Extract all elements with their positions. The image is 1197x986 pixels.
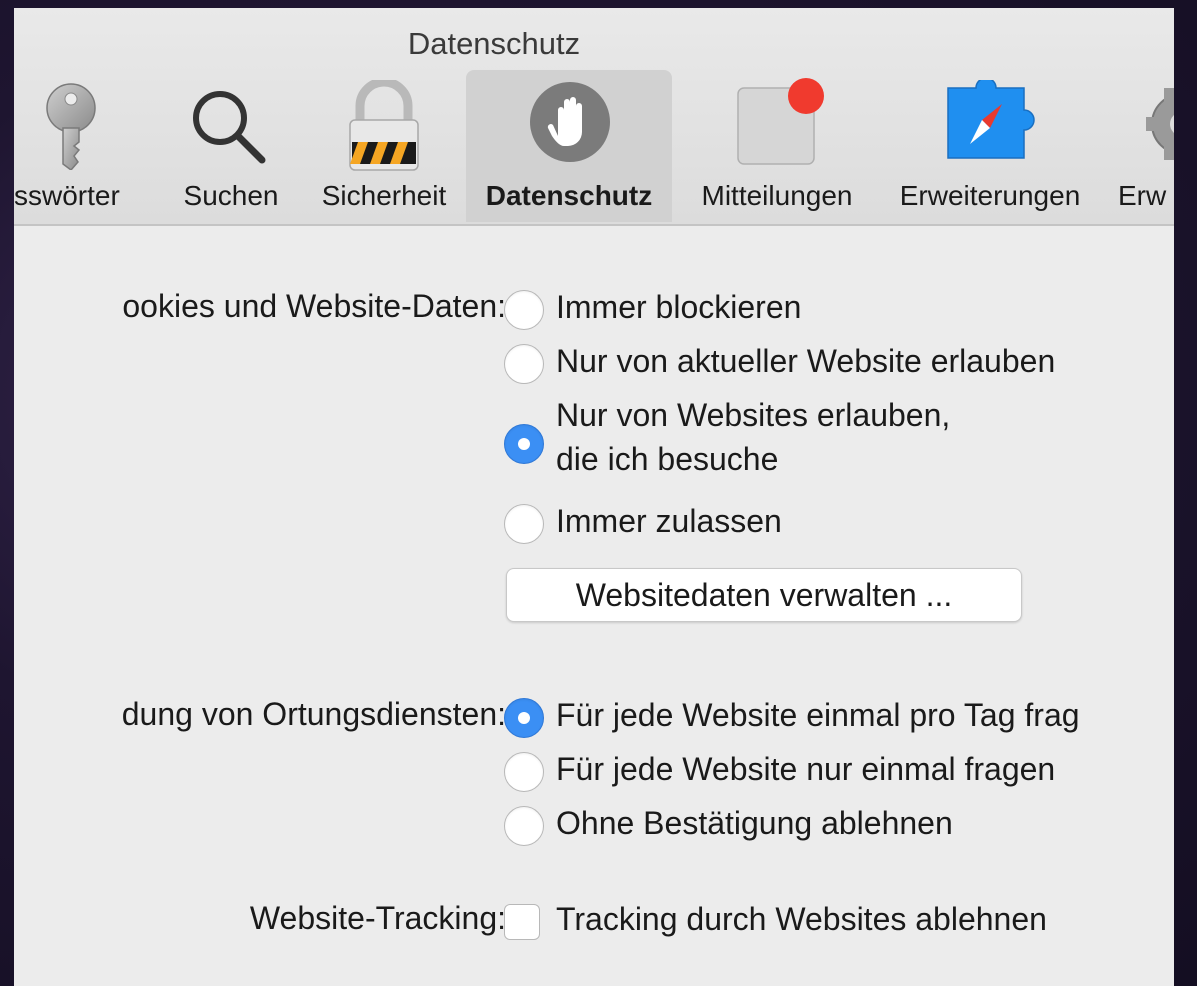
option-label: Nur von aktueller Website erlauben	[556, 343, 1056, 379]
preferences-window: Datenschutz sswörter Suchen Sicherheit D…	[14, 8, 1174, 986]
tab-label: Sicherheit	[321, 180, 447, 211]
notifications-icon	[736, 76, 826, 171]
key-icon	[36, 82, 106, 175]
option-label-line1: Nur von Websites erlauben,	[556, 397, 951, 433]
preferences-toolbar: Datenschutz sswörter Suchen Sicherheit D…	[14, 8, 1174, 226]
manage-website-data-button[interactable]: Websitedaten verwalten ...	[506, 568, 1022, 622]
tab-passwords[interactable]: sswörter	[14, 70, 164, 222]
cookies-label: ookies und Website-Daten:	[122, 288, 506, 324]
tab-label: Mitteilungen	[701, 180, 853, 211]
tab-extensions[interactable]: Erweiterungen	[880, 70, 1100, 222]
tab-label: sswörter	[14, 180, 120, 211]
gear-icon	[1142, 84, 1174, 169]
tab-search[interactable]: Suchen	[166, 70, 296, 222]
tab-label: Suchen	[183, 180, 279, 211]
location-services-label: dung von Ortungsdiensten:	[121, 696, 506, 732]
tab-label: Erw	[1118, 180, 1167, 211]
radio-button-selected[interactable]	[504, 698, 544, 738]
window-title: Datenschutz	[407, 26, 581, 61]
option-label: Immer zulassen	[556, 503, 782, 539]
option-label: Tracking durch Websites ablehnen	[556, 901, 1047, 937]
option-label: Für jede Website einmal pro Tag frag	[556, 697, 1080, 733]
extensions-icon	[944, 77, 1038, 169]
radio-button[interactable]	[504, 752, 544, 792]
hand-icon	[528, 80, 612, 169]
tab-security[interactable]: Sicherheit	[304, 70, 464, 222]
website-tracking-label: Website-Tracking:	[249, 900, 506, 936]
radio-button[interactable]	[504, 344, 544, 384]
tab-privacy[interactable]: Datenschutz	[466, 70, 672, 222]
radio-button[interactable]	[504, 806, 544, 846]
tab-label: Datenschutz	[485, 180, 653, 211]
search-icon	[186, 84, 272, 175]
tab-notifications[interactable]: Mitteilungen	[682, 70, 872, 222]
lock-icon	[344, 77, 424, 177]
option-label: Immer blockieren	[556, 289, 802, 325]
privacy-pane: ookies und Website-Daten: Immer blockier…	[14, 226, 1174, 986]
tab-label: Erweiterungen	[899, 180, 1081, 211]
radio-button-selected[interactable]	[504, 424, 544, 464]
option-label: Für jede Website nur einmal fragen	[556, 751, 1056, 787]
tab-advanced[interactable]: Erw	[1108, 70, 1174, 222]
radio-button[interactable]	[504, 504, 544, 544]
option-label: Ohne Bestätigung ablehnen	[556, 805, 953, 841]
option-label-line2: die ich besuche	[556, 441, 779, 477]
tracking-checkbox[interactable]	[504, 904, 540, 940]
radio-button[interactable]	[504, 290, 544, 330]
